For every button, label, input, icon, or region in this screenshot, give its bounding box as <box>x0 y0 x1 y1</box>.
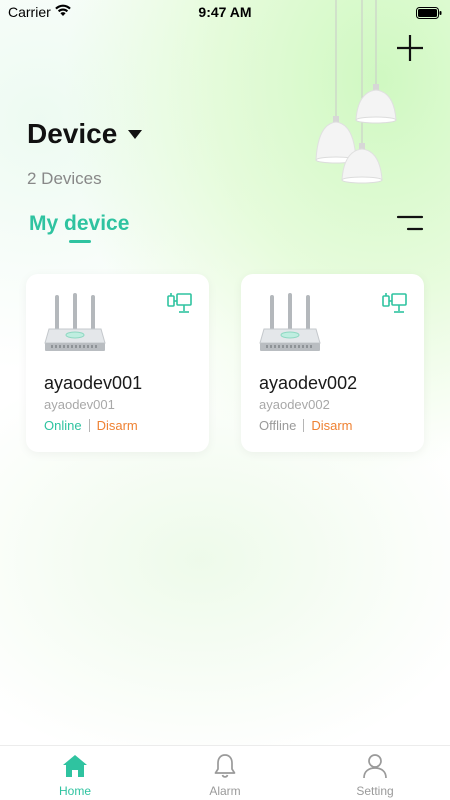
tabbar-item-setting[interactable]: Setting <box>330 753 420 798</box>
person-icon <box>363 754 387 779</box>
router-device-icon <box>44 293 106 351</box>
online-status: Online <box>44 418 82 433</box>
tabbar-item-alarm[interactable]: Alarm <box>180 753 270 798</box>
tabbar-label: Alarm <box>209 784 241 798</box>
device-status: Offline Disarm <box>259 418 353 433</box>
status-divider <box>88 419 90 432</box>
device-card[interactable]: ayaodev002 ayaodev002 Offline Disarm <box>241 274 424 452</box>
page-title: Device <box>27 118 118 149</box>
bottom-tab-bar: Home Alarm Setting <box>0 745 450 800</box>
online-status: Offline <box>259 418 297 433</box>
device-id: ayaodev002 <box>259 397 330 412</box>
menu-lines-icon <box>396 215 424 231</box>
tabbar-label: Setting <box>356 784 394 798</box>
device-group-selector[interactable]: Device <box>27 118 143 150</box>
tab-active-indicator <box>69 240 91 243</box>
device-name: ayaodev001 <box>44 373 143 393</box>
caret-down-icon <box>128 130 143 139</box>
device-card[interactable]: ayaodev001 ayaodev001 Online Disarm <box>26 274 209 452</box>
tabbar-item-home[interactable]: Home <box>30 753 120 798</box>
wired-network-icon <box>167 293 192 313</box>
add-device-button[interactable] <box>392 30 428 66</box>
device-count: 2 Devices <box>27 169 102 188</box>
arm-mode-status: Disarm <box>96 418 138 433</box>
tabbar-label: Home <box>58 784 91 798</box>
sort-menu-button[interactable] <box>395 212 427 238</box>
status-divider <box>303 419 305 432</box>
tab-my-device[interactable]: My device <box>29 212 130 243</box>
home-icon <box>63 755 87 777</box>
bell-icon <box>214 754 236 778</box>
tab-label: My device <box>29 212 130 235</box>
arm-mode-status: Disarm <box>311 418 353 433</box>
wired-network-icon <box>382 293 407 313</box>
battery-icon <box>416 6 442 24</box>
device-status: Online Disarm <box>44 418 138 433</box>
router-device-icon <box>259 293 321 351</box>
device-name: ayaodev002 <box>259 373 358 393</box>
pendant-lamps-illustration <box>315 0 397 184</box>
device-id: ayaodev001 <box>44 397 115 412</box>
plus-icon <box>397 35 423 61</box>
